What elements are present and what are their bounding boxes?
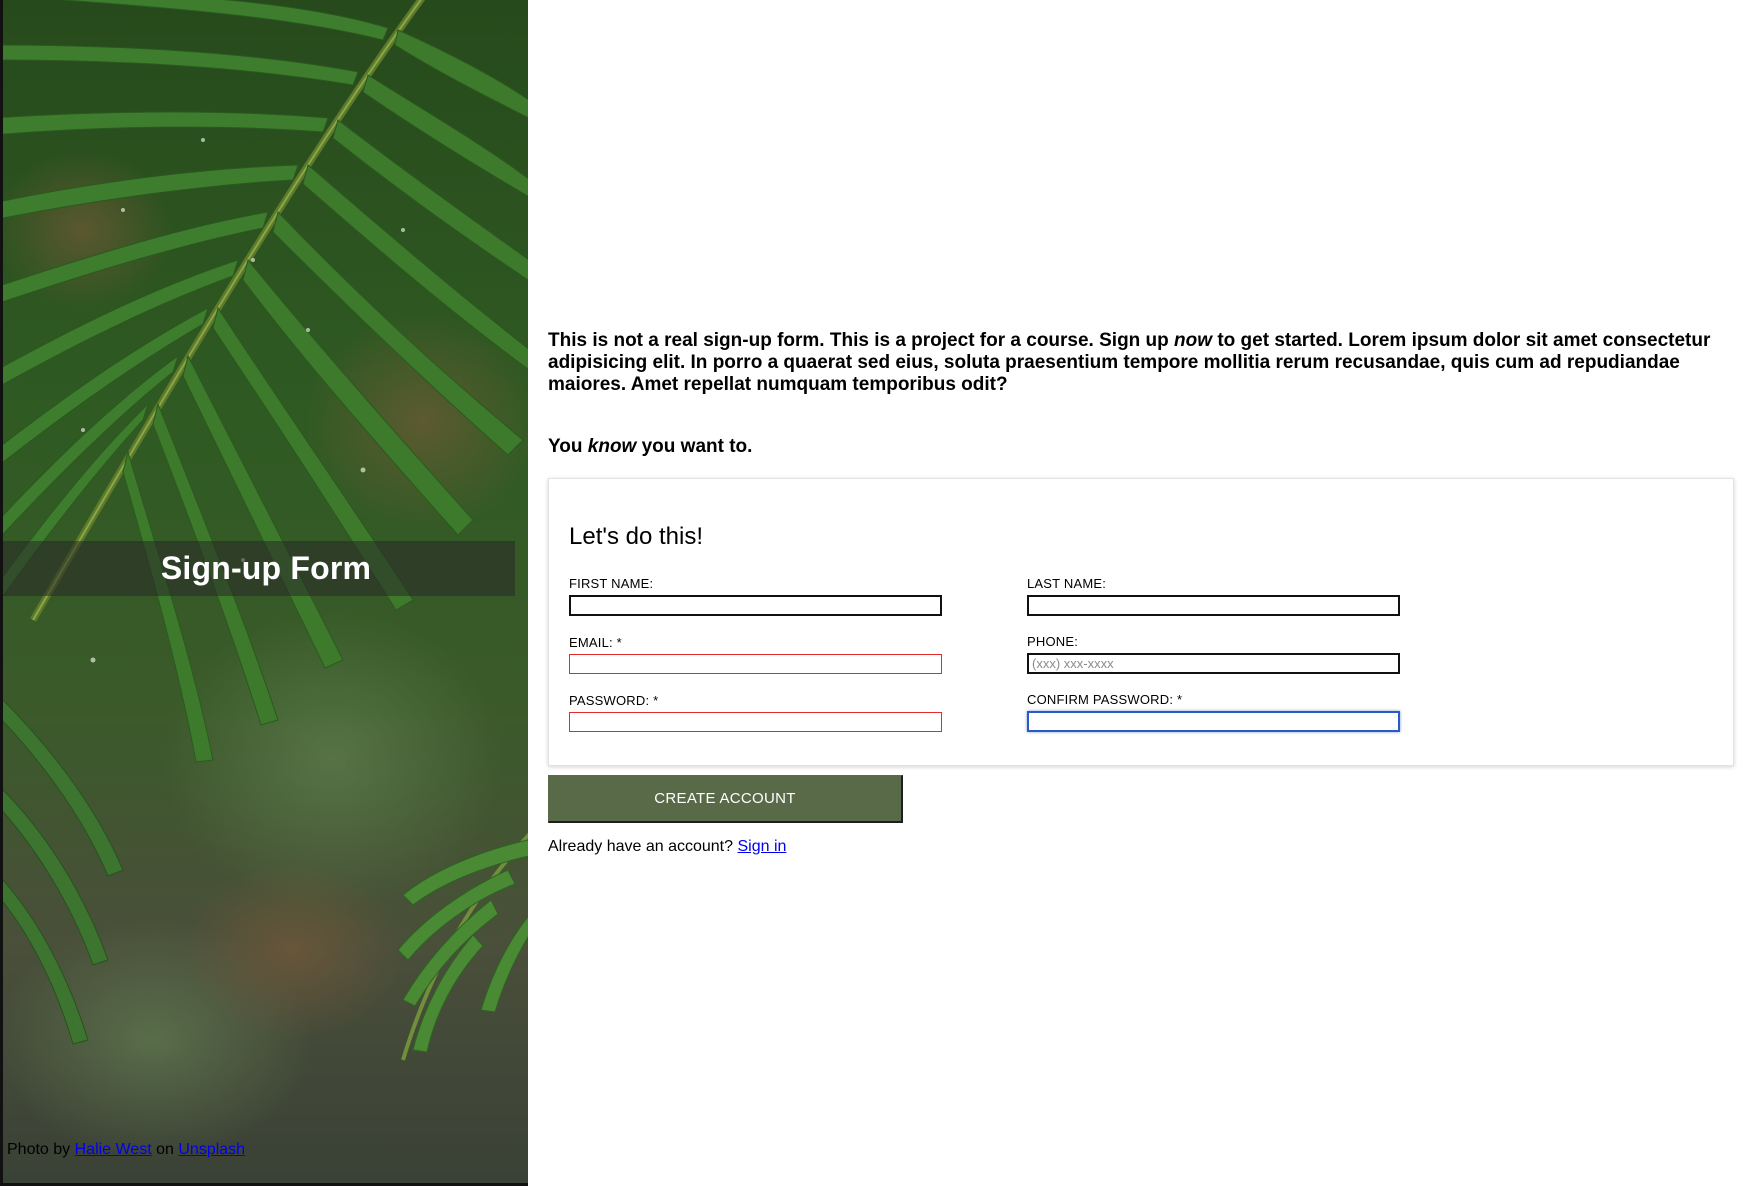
tagline: You know you want to.: [548, 436, 752, 458]
form-title: Sign-up Form: [160, 550, 372, 586]
password-input[interactable]: [569, 712, 942, 732]
email-input[interactable]: [569, 654, 942, 674]
create-account-button[interactable]: CREATE ACCOUNT: [548, 775, 903, 823]
last-name-field-group: LAST NAME:: [1027, 576, 1402, 616]
last-name-input[interactable]: [1027, 595, 1400, 616]
intro-text: This is not a real sign-up form. This is…: [548, 330, 1734, 396]
email-field-group: EMAIL: *: [569, 635, 944, 674]
phone-label: PHONE:: [1027, 634, 1079, 649]
form-title-banner: Sign-up Form: [3, 541, 515, 596]
credit-prefix: Photo by: [7, 1141, 71, 1158]
email-label: EMAIL: *: [569, 635, 622, 650]
phone-field-group: PHONE:: [1027, 634, 1402, 674]
form-heading: Let's do this!: [569, 523, 703, 550]
signin-prompt: Already have an account?: [548, 838, 734, 855]
photographer-link[interactable]: Halie West: [75, 1141, 152, 1158]
signup-page: Sign-up Form Photo by Halie West on Unsp…: [0, 0, 1749, 1189]
credit-middle: on: [156, 1141, 174, 1158]
confirm-password-input[interactable]: [1027, 711, 1400, 732]
unsplash-link[interactable]: Unsplash: [178, 1141, 245, 1158]
password-field-group: PASSWORD: *: [569, 693, 944, 732]
password-label: PASSWORD: *: [569, 693, 659, 708]
last-name-label: LAST NAME:: [1027, 576, 1107, 591]
tagline-part2: you want to.: [636, 436, 753, 457]
signin-prompt-line: Already have an account? Sign in: [548, 838, 786, 856]
intro-emphasis: now: [1174, 330, 1213, 351]
first-name-label: FIRST NAME:: [569, 576, 654, 591]
confirm-password-field-group: CONFIRM PASSWORD: *: [1027, 692, 1402, 732]
first-name-field-group: FIRST NAME:: [569, 576, 944, 616]
intro-part1: This is not a real sign-up form. This is…: [548, 330, 1175, 351]
first-name-input[interactable]: [569, 595, 942, 616]
phone-input[interactable]: [1027, 653, 1400, 674]
photo-credit: Photo by Halie West on Unsplash: [7, 1141, 245, 1159]
tagline-part1: You: [548, 436, 588, 457]
fern-photo-panel: Sign-up Form Photo by Halie West on Unsp…: [0, 0, 528, 1186]
signup-form-card: Let's do this! FIRST NAME: LAST NAME: EM…: [548, 478, 1734, 766]
tagline-emphasis: know: [587, 436, 637, 457]
confirm-password-label: CONFIRM PASSWORD: *: [1027, 692, 1183, 707]
sign-in-link[interactable]: Sign in: [737, 838, 786, 855]
